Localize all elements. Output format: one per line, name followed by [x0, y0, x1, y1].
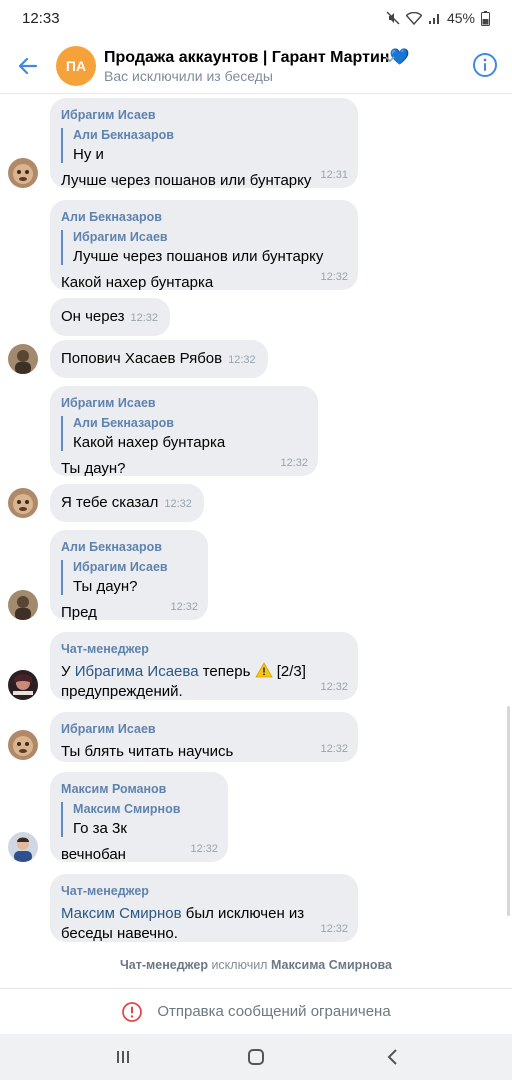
quote-text: Ну и: [73, 146, 104, 163]
message-time: 12:32: [228, 354, 256, 366]
service-target[interactable]: Максима Смирнова: [271, 958, 392, 972]
chat-avatar[interactable]: ПА: [56, 46, 96, 86]
service-message: Чат-менеджер исключил Максима Смирнова: [0, 958, 512, 972]
scrollbar[interactable]: [507, 706, 510, 916]
restricted-bar: Отправка сообщений ограничена: [0, 988, 512, 1034]
message-author[interactable]: Чат-менеджер: [61, 884, 346, 898]
message-bubble[interactable]: Он через 12:32: [50, 298, 171, 336]
service-action: исключил: [211, 958, 268, 972]
message-text: Какой нахер бунтарка: [61, 274, 214, 291]
back-arrow-icon[interactable]: [14, 52, 42, 80]
user-link[interactable]: Ибрагима Исаева: [75, 663, 199, 680]
message-time: 12:32: [170, 601, 198, 613]
quote-text: Го за 3к: [73, 820, 127, 837]
user-avatar[interactable]: [8, 344, 38, 374]
message-text: У Ибрагима Исаева теперь [2/3] предупреж…: [61, 662, 346, 702]
message-bubble[interactable]: Максим Романов Максим Смирнов Го за 3к в…: [50, 772, 228, 863]
status-bar: 12:33 45%: [0, 0, 512, 38]
text-after: был исключен из: [181, 905, 305, 922]
wifi-icon: [405, 11, 422, 25]
user-avatar[interactable]: [8, 730, 38, 760]
nav-back-icon[interactable]: [384, 1048, 402, 1066]
quote-text: Ты даун?: [73, 578, 138, 595]
battery-icon: [481, 10, 490, 26]
message-bubble[interactable]: Ибрагим Исаев Ты блять читать научись 12…: [50, 712, 358, 762]
message-text: Лучше через пошанов или бунтарку: [61, 172, 312, 189]
message-bubble[interactable]: Ибрагим Исаев Али Бекназаров Какой нахер…: [50, 386, 318, 477]
reply-quote[interactable]: Али Бекназаров Какой нахер бунтарка: [61, 416, 306, 451]
message-text: Ты блять читать научись: [61, 743, 234, 760]
quote-author: Максим Смирнов: [73, 802, 181, 816]
message-text: Максим Смирнов был исключен из беседы на…: [61, 904, 346, 944]
message-list[interactable]: Ибрагим Исаев Али Бекназаров Ну и Лучше …: [0, 94, 512, 984]
message-text: Попович Хасаев Рябов: [61, 350, 223, 367]
system-nav-bar: [0, 1034, 512, 1080]
restricted-text: Отправка сообщений ограничена: [157, 1003, 391, 1020]
recents-icon[interactable]: [114, 1048, 132, 1066]
message-author[interactable]: Ибрагим Исаев: [61, 722, 346, 736]
message-author[interactable]: Чат-менеджер: [61, 642, 346, 656]
message-bubble[interactable]: Али Бекназаров Ибрагим Исаев Лучше через…: [50, 200, 358, 291]
warning-counter: [2/3]: [276, 663, 306, 680]
chat-subtitle: Вас исключили из беседы: [104, 68, 273, 84]
signal-icon: [428, 13, 439, 24]
chevron-down-icon[interactable]: [384, 54, 396, 64]
chat-title[interactable]: Продажа аккаунтов | Гарант Мартин💙: [104, 47, 409, 67]
message-time: 12:32: [320, 743, 348, 755]
text-before: У: [61, 663, 75, 680]
message-text: Ты даун?: [61, 460, 126, 477]
text-after: теперь: [198, 663, 251, 680]
status-time: 12:33: [22, 10, 60, 27]
battery-level: 45%: [446, 10, 475, 26]
text-line2: предупреждений.: [61, 683, 183, 700]
service-actor[interactable]: Чат-менеджер: [120, 958, 208, 972]
user-avatar[interactable]: [8, 590, 38, 620]
user-link[interactable]: Максим Смирнов: [61, 905, 182, 922]
chat-title-text: Продажа аккаунтов | Гарант Мартин: [104, 49, 390, 66]
info-icon[interactable]: [472, 52, 498, 78]
message-time: 12:32: [320, 271, 348, 283]
restricted-icon: [122, 1001, 143, 1022]
message-time: 12:32: [130, 312, 159, 324]
message-author[interactable]: Али Бекназаров: [61, 210, 346, 224]
quote-author: Ибрагим Исаев: [73, 230, 168, 244]
message-bubble[interactable]: Ибрагим Исаев Али Бекназаров Ну и Лучше …: [50, 98, 358, 189]
message-text: Он через: [61, 308, 125, 325]
reply-quote[interactable]: Али Бекназаров Ну и: [61, 128, 346, 163]
quote-author: Али Бекназаров: [73, 128, 174, 142]
message-author[interactable]: Максим Романов: [61, 782, 216, 796]
user-avatar[interactable]: [8, 832, 38, 862]
message-bubble[interactable]: Али Бекназаров Ибрагим Исаев Ты даун? Пр…: [50, 530, 208, 621]
message-time: 12:32: [320, 923, 348, 935]
message-bubble[interactable]: Чат-менеджер Максим Смирнов был исключен…: [50, 874, 358, 942]
reply-quote[interactable]: Ибрагим Исаев Лучше через пошанов или бу…: [61, 230, 346, 265]
message-text: Я тебе сказал: [61, 494, 159, 511]
text-line2: беседы навечно.: [61, 925, 178, 942]
message-author[interactable]: Ибрагим Исаев: [61, 108, 346, 122]
message-time: 12:31: [320, 169, 348, 181]
chat-manager-avatar[interactable]: [8, 670, 38, 700]
reply-quote[interactable]: Ибрагим Исаев Ты даун?: [61, 560, 196, 595]
reply-quote[interactable]: Максим Смирнов Го за 3к: [61, 802, 216, 837]
quote-text: Какой нахер бунтарка: [73, 434, 226, 451]
message-time: 12:32: [280, 457, 308, 469]
message-author[interactable]: Ибрагим Исаев: [61, 396, 306, 410]
chat-header: ПА Продажа аккаунтов | Гарант Мартин💙 Ва…: [0, 38, 512, 94]
quote-author: Али Бекназаров: [73, 416, 174, 430]
message-time: 12:32: [164, 498, 192, 510]
message-bubble[interactable]: Чат-менеджер У Ибрагима Исаева теперь [2…: [50, 632, 358, 700]
quote-author: Ибрагим Исаев: [73, 560, 168, 574]
user-avatar[interactable]: [8, 488, 38, 518]
user-avatar[interactable]: [8, 158, 38, 188]
status-icons: 45%: [386, 10, 490, 26]
message-time: 12:32: [190, 843, 218, 855]
home-icon[interactable]: [247, 1048, 265, 1066]
quote-text: Лучше через пошанов или бунтарку: [73, 248, 324, 265]
warning-icon: [254, 662, 273, 678]
message-author[interactable]: Али Бекназаров: [61, 540, 196, 554]
mute-icon: [386, 11, 400, 25]
message-time: 12:32: [320, 681, 348, 693]
message-bubble[interactable]: Я тебе сказал 12:32: [50, 484, 204, 522]
message-bubble[interactable]: Попович Хасаев Рябов 12:32: [50, 340, 268, 378]
